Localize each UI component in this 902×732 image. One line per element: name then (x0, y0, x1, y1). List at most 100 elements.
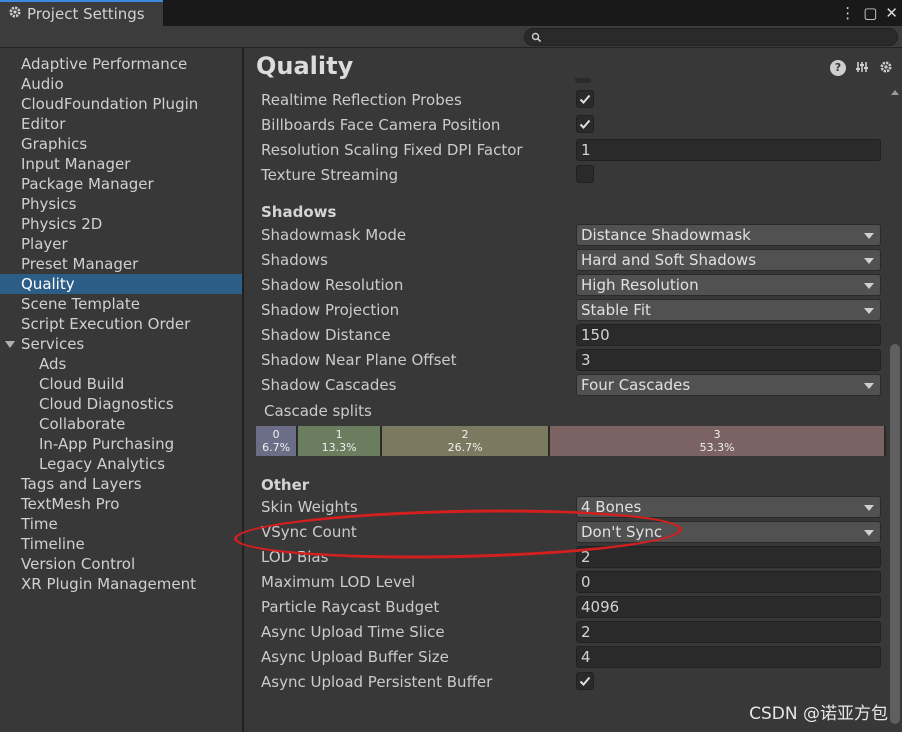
field-label: VSync Count (261, 523, 357, 541)
billboards-face-camera-checkbox[interactable] (576, 115, 594, 133)
field-label: Shadows (261, 251, 329, 269)
row-vsync-count: VSync Count Don't Sync (261, 520, 881, 545)
watermark: CSDN @诺亚方包 (749, 704, 888, 724)
cascade-percent: 13.3% (321, 441, 357, 454)
async-upload-buffer-size-input[interactable]: 4 (576, 646, 881, 668)
row-maximum-lod-level: Maximum LOD Level 0 (261, 570, 881, 595)
field-label: Resolution Scaling Fixed DPI Factor (261, 141, 523, 159)
sidebar-item-legacy-analytics[interactable]: Legacy Analytics (0, 454, 242, 474)
async-upload-persistent-buffer-checkbox[interactable] (576, 672, 594, 690)
cascade-split-0[interactable]: 0 6.7% (256, 426, 299, 456)
lod-bias-input[interactable]: 2 (576, 546, 881, 568)
sidebar-item-script-execution-order[interactable]: Script Execution Order (0, 314, 242, 334)
field-label: Shadow Projection (261, 301, 400, 319)
shadowmask-mode-dropdown[interactable]: Distance Shadowmask (576, 224, 881, 246)
sidebar-item-adaptive-performance[interactable]: Adaptive Performance (0, 54, 242, 74)
field-label: Maximum LOD Level (261, 573, 416, 591)
maximize-icon[interactable]: ▢ (863, 2, 877, 24)
sidebar-item-audio[interactable]: Audio (0, 74, 242, 94)
sidebar-item-services[interactable]: Services (0, 334, 242, 354)
row-billboards-face-camera: Billboards Face Camera Position (261, 113, 881, 138)
field-label: Async Upload Persistent Buffer (261, 673, 493, 691)
texture-streaming-checkbox[interactable] (576, 165, 594, 183)
field-label: Particle Raycast Budget (261, 598, 440, 616)
particle-raycast-budget-input[interactable]: 4096 (576, 596, 881, 618)
maximum-lod-level-input[interactable]: 0 (576, 571, 881, 593)
dropdown-arrow-icon (864, 233, 874, 239)
sidebar-item-xr-plugin-management[interactable]: XR Plugin Management (0, 574, 242, 594)
scroll-up-arrow-icon[interactable] (891, 90, 899, 95)
cascade-split-3[interactable]: 3 53.3% (550, 426, 886, 456)
search-input[interactable] (524, 28, 898, 46)
cascade-splits-bar[interactable]: 0 6.7% 1 13.3% 2 26.7% 3 53.3% (256, 426, 886, 456)
field-label: Skin Weights (261, 498, 358, 516)
sidebar-item-input-manager[interactable]: Input Manager (0, 154, 242, 174)
cascade-split-1[interactable]: 1 13.3% (298, 426, 382, 456)
sidebar-item-cloud-diagnostics[interactable]: Cloud Diagnostics (0, 394, 242, 414)
shadows-section-title: Shadows (261, 203, 337, 221)
field-label: Realtime Reflection Probes (261, 91, 462, 109)
row-resolution-scaling-dpi: Resolution Scaling Fixed DPI Factor 1 (261, 138, 881, 163)
realtime-reflection-probes-checkbox[interactable] (576, 90, 594, 108)
field-label: Shadow Resolution (261, 276, 404, 294)
field-label: Billboards Face Camera Position (261, 116, 501, 134)
cascade-split-2[interactable]: 2 26.7% (381, 426, 551, 456)
sidebar-item-version-control[interactable]: Version Control (0, 554, 242, 574)
project-settings-tab[interactable]: Project Settings (0, 0, 163, 26)
skin-weights-dropdown[interactable]: 4 Bones (576, 496, 881, 518)
shadow-near-plane-offset-input[interactable]: 3 (576, 349, 881, 371)
settings-gear-icon[interactable] (878, 60, 894, 76)
toolbar (0, 26, 902, 48)
more-icon[interactable]: ⋮ (840, 2, 855, 24)
foldout-arrow-icon[interactable] (5, 341, 15, 348)
sidebar-item-editor[interactable]: Editor (0, 114, 242, 134)
row-async-upload-time-slice: Async Upload Time Slice 2 (261, 620, 881, 645)
sidebar-item-in-app-purchasing[interactable]: In-App Purchasing (0, 434, 242, 454)
sidebar-item-cloud-build[interactable]: Cloud Build (0, 374, 242, 394)
other-section-title: Other (261, 476, 310, 494)
checkmark-icon (579, 94, 591, 104)
cascade-splits-label: Cascade splits (264, 402, 372, 420)
dropdown-value: High Resolution (581, 276, 699, 294)
field-label: Texture Streaming (261, 166, 399, 184)
vsync-count-dropdown[interactable]: Don't Sync (576, 521, 881, 543)
sidebar-item-graphics[interactable]: Graphics (0, 134, 242, 154)
dropdown-arrow-icon (864, 283, 874, 289)
field-label: Shadow Cascades (261, 376, 397, 394)
sidebar-item-timeline[interactable]: Timeline (0, 534, 242, 554)
field-label: Shadow Distance (261, 326, 391, 344)
sidebar-item-tags-and-layers[interactable]: Tags and Layers (0, 474, 242, 494)
shadows-dropdown[interactable]: Hard and Soft Shadows (576, 249, 881, 271)
sidebar-item-collaborate[interactable]: Collaborate (0, 414, 242, 434)
shadow-distance-input[interactable]: 150 (576, 324, 881, 346)
close-icon[interactable]: ✕ (885, 2, 898, 24)
scrollbar-thumb[interactable] (890, 344, 900, 724)
shadow-resolution-dropdown[interactable]: High Resolution (576, 274, 881, 296)
help-icon[interactable]: ? (830, 60, 846, 76)
dropdown-value: Four Cascades (581, 376, 691, 394)
sidebar-item-physics[interactable]: Physics (0, 194, 242, 214)
sidebar-item-scene-template[interactable]: Scene Template (0, 294, 242, 314)
sidebar-item-preset-manager[interactable]: Preset Manager (0, 254, 242, 274)
async-upload-time-slice-input[interactable]: 2 (576, 621, 881, 643)
resolution-scaling-dpi-input[interactable]: 1 (576, 139, 881, 161)
tab-title: Project Settings (27, 5, 145, 23)
sidebar-item-ads[interactable]: Ads (0, 354, 242, 374)
sidebar-item-physics-2d[interactable]: Physics 2D (0, 214, 242, 234)
shadow-cascades-dropdown[interactable]: Four Cascades (576, 374, 881, 396)
sidebar-item-time[interactable]: Time (0, 514, 242, 534)
dropdown-value: Don't Sync (581, 523, 663, 541)
row-realtime-reflection-probes: Realtime Reflection Probes (261, 88, 881, 113)
shadow-projection-dropdown[interactable]: Stable Fit (576, 299, 881, 321)
settings-sidebar: Adaptive Performance Audio CloudFoundati… (0, 48, 243, 732)
cascade-percent: 6.7% (262, 441, 291, 454)
sidebar-item-textmesh-pro[interactable]: TextMesh Pro (0, 494, 242, 514)
field-label: Async Upload Buffer Size (261, 648, 449, 666)
sidebar-item-player[interactable]: Player (0, 234, 242, 254)
sidebar-item-quality[interactable]: Quality (0, 274, 242, 294)
sidebar-item-package-manager[interactable]: Package Manager (0, 174, 242, 194)
row-shadow-resolution: Shadow Resolution High Resolution (261, 273, 881, 298)
preset-icon[interactable] (854, 60, 870, 76)
sidebar-item-cloudfoundation-plugin[interactable]: CloudFoundation Plugin (0, 94, 242, 114)
dropdown-arrow-icon (864, 383, 874, 389)
